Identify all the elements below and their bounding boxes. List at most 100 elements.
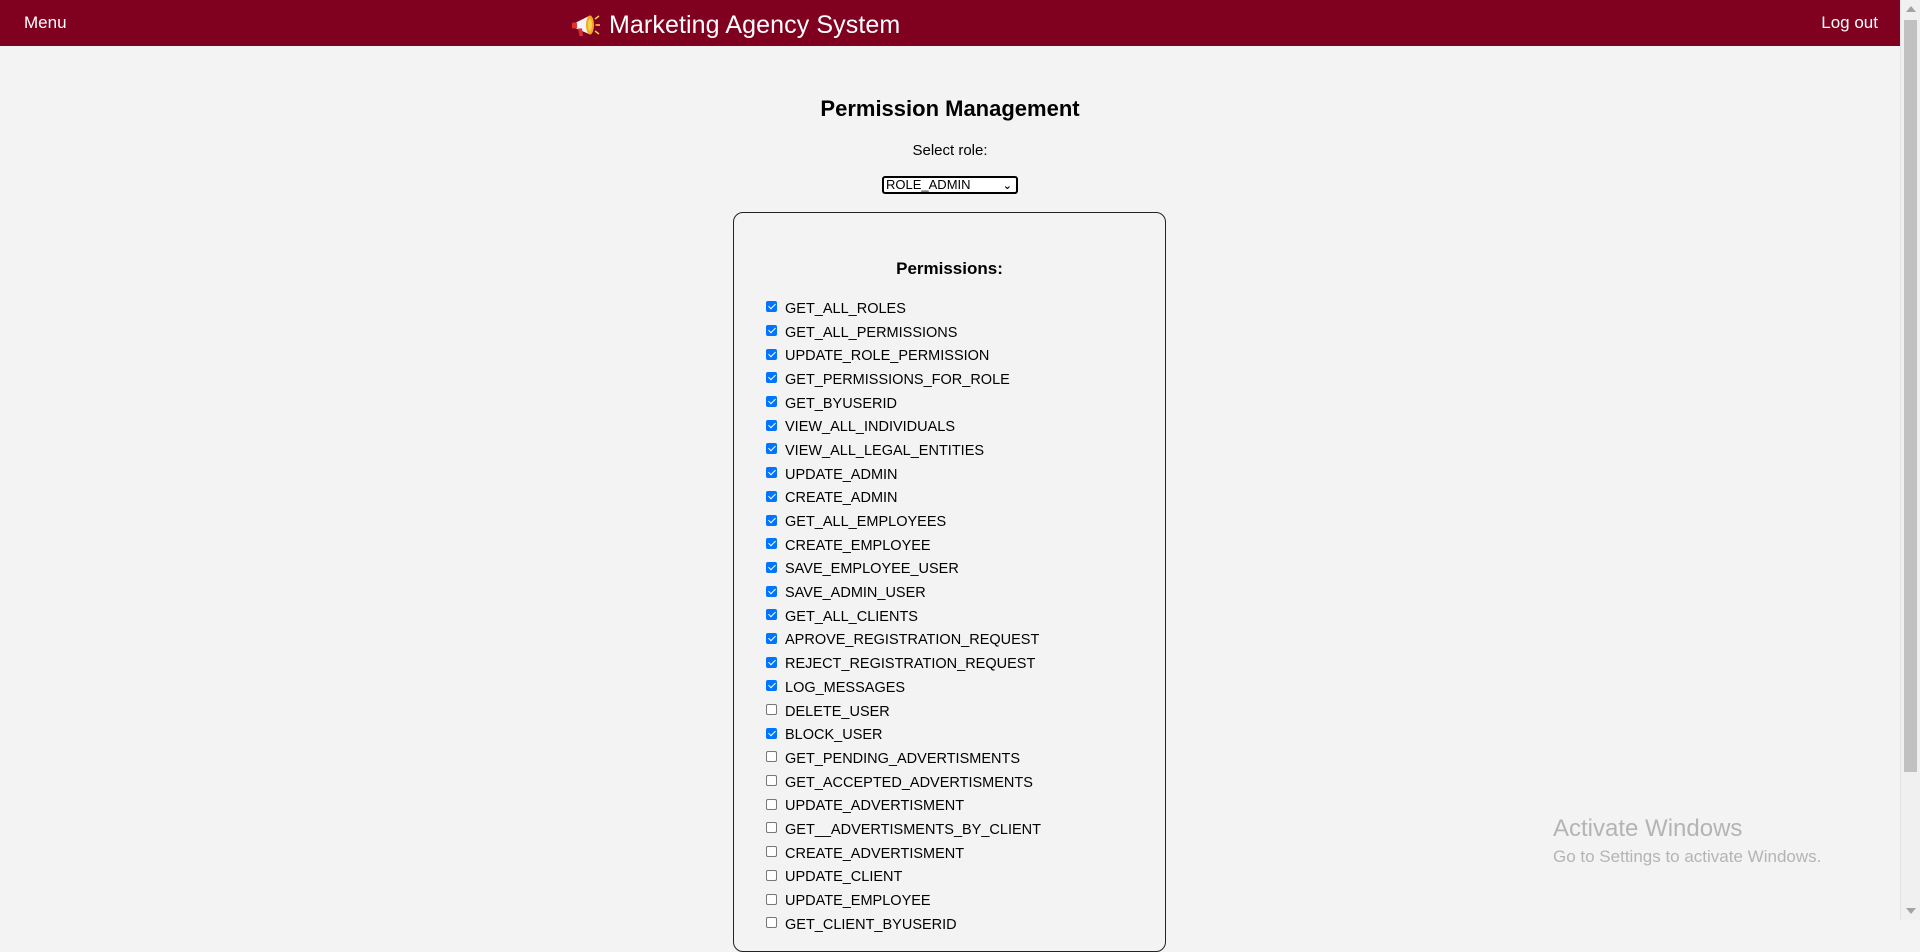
permission-checkbox[interactable] bbox=[766, 585, 777, 597]
scroll-thumb[interactable] bbox=[1904, 20, 1917, 772]
permission-checkbox[interactable] bbox=[766, 467, 777, 479]
permission-row: GET_CLIENT_BYUSERID bbox=[766, 913, 1041, 937]
permission-checkbox[interactable] bbox=[766, 301, 777, 313]
menu-button[interactable]: Menu bbox=[24, 13, 67, 33]
permission-checkbox[interactable] bbox=[766, 372, 777, 384]
permission-label: BLOCK_USER bbox=[785, 727, 883, 744]
permission-checkbox[interactable] bbox=[766, 751, 777, 763]
permission-row: GET_ALL_CLIENTS bbox=[766, 605, 1041, 629]
permission-label: UPDATE_ADMIN bbox=[785, 466, 898, 483]
permission-label: GET_ALL_CLIENTS bbox=[785, 608, 918, 625]
windows-activation-watermark: Activate Windows Go to Settings to activ… bbox=[1553, 815, 1821, 867]
permission-row: APROVE_REGISTRATION_REQUEST bbox=[766, 629, 1041, 653]
permission-label: UPDATE_EMPLOYEE bbox=[785, 893, 931, 910]
app-brand: Marketing Agency System bbox=[571, 11, 900, 40]
permission-row: VIEW_ALL_LEGAL_ENTITIES bbox=[766, 439, 1041, 463]
permission-checkbox[interactable] bbox=[766, 893, 777, 905]
permission-row: SAVE_EMPLOYEE_USER bbox=[766, 558, 1041, 582]
permission-checkbox[interactable] bbox=[766, 632, 777, 644]
permission-checkbox[interactable] bbox=[766, 514, 777, 526]
permission-label: SAVE_ADMIN_USER bbox=[785, 585, 926, 602]
permission-label: UPDATE_CLIENT bbox=[785, 869, 903, 886]
permission-label: CREATE_ADMIN bbox=[785, 490, 898, 507]
permission-label: DELETE_USER bbox=[785, 703, 890, 720]
permission-row: VIEW_ALL_INDIVIDUALS bbox=[766, 415, 1041, 439]
permission-label: VIEW_ALL_INDIVIDUALS bbox=[785, 419, 956, 436]
role-select-label: Select role: bbox=[912, 142, 988, 159]
permission-label: GET_CLIENT_BYUSERID bbox=[785, 916, 957, 933]
permission-row: LOG_MESSAGES bbox=[766, 676, 1041, 700]
permission-row: GET_ACCEPTED_ADVERTISMENTS bbox=[766, 771, 1041, 795]
permission-label: REJECT_REGISTRATION_REQUEST bbox=[785, 656, 1036, 673]
permission-checkbox[interactable] bbox=[766, 798, 777, 810]
permission-checkbox[interactable] bbox=[766, 609, 777, 621]
scroll-down-icon[interactable] bbox=[1906, 908, 1916, 914]
permission-checkbox[interactable] bbox=[766, 325, 777, 337]
permission-checkbox[interactable] bbox=[766, 443, 777, 455]
permission-row: GET_PERMISSIONS_FOR_ROLE bbox=[766, 368, 1041, 392]
watermark-title: Activate Windows bbox=[1553, 815, 1743, 842]
permission-row: GET_ALL_ROLES bbox=[766, 297, 1041, 321]
role-select[interactable]: ROLE_ADMIN ⌄ bbox=[882, 176, 1018, 194]
permission-checkbox[interactable] bbox=[766, 704, 777, 716]
permission-checkbox[interactable] bbox=[766, 419, 777, 431]
permission-checkbox[interactable] bbox=[766, 727, 777, 739]
scroll-up-icon[interactable] bbox=[1906, 6, 1916, 12]
permission-row: GET_ALL_EMPLOYEES bbox=[766, 510, 1041, 534]
permission-checkbox[interactable] bbox=[766, 775, 777, 787]
logout-button[interactable]: Log out bbox=[1821, 13, 1878, 33]
permission-checkbox[interactable] bbox=[766, 490, 777, 502]
permission-checkbox[interactable] bbox=[766, 846, 777, 858]
permission-label: VIEW_ALL_LEGAL_ENTITIES bbox=[785, 442, 985, 459]
permission-label: GET_ALL_EMPLOYEES bbox=[785, 514, 947, 531]
permission-row: UPDATE_ADMIN bbox=[766, 463, 1041, 487]
permissions-heading: Permissions: bbox=[896, 259, 1003, 278]
permission-label: CREATE_ADVERTISMENT bbox=[785, 845, 965, 862]
page-scrollbar[interactable] bbox=[1900, 0, 1920, 920]
permissions-list: GET_ALL_ROLES GET_ALL_PERMISSIONS UPDATE_R… bbox=[766, 297, 1041, 937]
permission-checkbox[interactable] bbox=[766, 348, 777, 360]
app-title: Marketing Agency System bbox=[609, 11, 901, 39]
permission-label: GET_PERMISSIONS_FOR_ROLE bbox=[785, 371, 1010, 388]
permission-row: DELETE_USER bbox=[766, 700, 1041, 724]
permission-checkbox[interactable] bbox=[766, 538, 777, 550]
permission-label: UPDATE_ADVERTISMENT bbox=[785, 798, 965, 815]
permission-row: GET__ADVERTISMENTS_BY_CLIENT bbox=[766, 818, 1041, 842]
permission-row: SAVE_ADMIN_USER bbox=[766, 581, 1041, 605]
role-select-value: ROLE_ADMIN bbox=[886, 177, 971, 192]
watermark-subtitle: Go to Settings to activate Windows. bbox=[1553, 847, 1822, 866]
permission-row: GET_ALL_PERMISSIONS bbox=[766, 321, 1041, 345]
permission-row: CREATE_EMPLOYEE bbox=[766, 534, 1041, 558]
permission-row: UPDATE_CLIENT bbox=[766, 866, 1041, 890]
page-title: Permission Management bbox=[820, 96, 1080, 121]
permission-label: GET__ADVERTISMENTS_BY_CLIENT bbox=[785, 821, 1041, 838]
permission-label: GET_ACCEPTED_ADVERTISMENTS bbox=[785, 774, 1033, 791]
permission-row: BLOCK_USER bbox=[766, 723, 1041, 747]
top-navigation-bar: Menu Marketing Agency System Log out bbox=[0, 0, 1900, 46]
permission-checkbox[interactable] bbox=[766, 822, 777, 834]
permission-checkbox[interactable] bbox=[766, 656, 777, 668]
permission-checkbox[interactable] bbox=[766, 561, 777, 573]
permission-label: GET_ALL_PERMISSIONS bbox=[785, 324, 958, 341]
permission-row: CREATE_ADMIN bbox=[766, 487, 1041, 511]
chevron-down-icon: ⌄ bbox=[1002, 180, 1012, 192]
permission-row: UPDATE_EMPLOYEE bbox=[766, 889, 1041, 913]
permission-label: CREATE_EMPLOYEE bbox=[785, 537, 931, 554]
permission-label: APROVE_REGISTRATION_REQUEST bbox=[785, 632, 1040, 649]
permission-checkbox[interactable] bbox=[766, 396, 777, 408]
permission-row: REJECT_REGISTRATION_REQUEST bbox=[766, 652, 1041, 676]
permission-label: UPDATE_ROLE_PERMISSION bbox=[785, 348, 990, 365]
permission-row: CREATE_ADVERTISMENT bbox=[766, 842, 1041, 866]
permission-label: SAVE_EMPLOYEE_USER bbox=[785, 561, 959, 578]
permission-checkbox[interactable] bbox=[766, 680, 777, 692]
permissions-card: Permissions: GET_ALL_ROLES GET_ALL_PERMIS… bbox=[733, 212, 1166, 952]
permission-label: LOG_MESSAGES bbox=[785, 679, 906, 696]
permission-label: GET_ALL_ROLES bbox=[785, 300, 906, 317]
permission-row: GET_PENDING_ADVERTISMENTS bbox=[766, 747, 1041, 771]
permission-row: UPDATE_ROLE_PERMISSION bbox=[766, 344, 1041, 368]
megaphone-icon bbox=[571, 13, 601, 39]
permission-label: GET_BYUSERID bbox=[785, 395, 897, 412]
permission-checkbox[interactable] bbox=[766, 917, 777, 929]
permission-row: GET_BYUSERID bbox=[766, 392, 1041, 416]
permission-checkbox[interactable] bbox=[766, 869, 777, 881]
